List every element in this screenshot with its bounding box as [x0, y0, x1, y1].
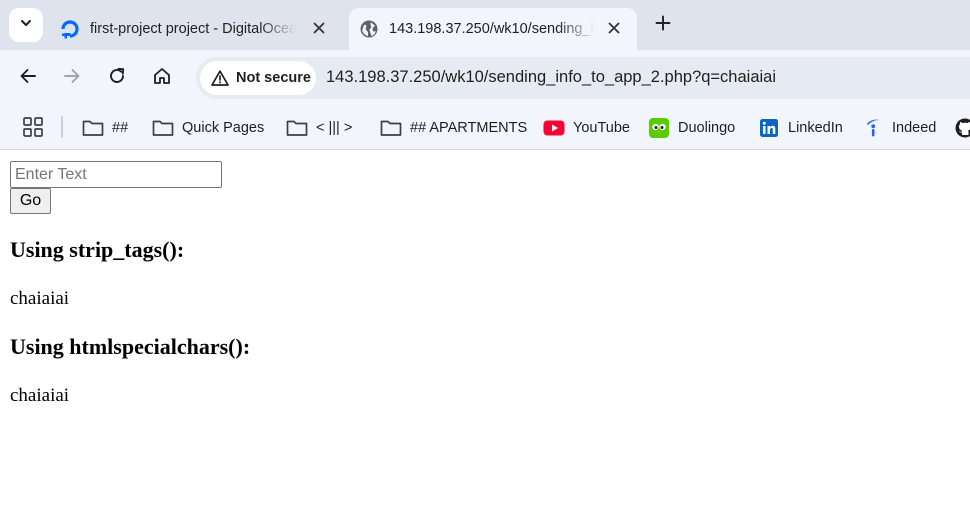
folder-icon: [380, 117, 402, 139]
bookmark-indeed[interactable]: Indeed: [862, 114, 936, 142]
bookmark-label: YouTube: [573, 120, 630, 136]
page-content: Go Using strip_tags(): chaiaiai Using ht…: [0, 151, 970, 532]
tab-title: first-project project - DigitalOcean: [90, 21, 296, 37]
tab-strip: first-project project - DigitalOcean 143…: [0, 0, 970, 50]
address-bar[interactable]: Not secure 143.198.37.250/wk10/sending_i…: [196, 57, 970, 99]
bookmark-label: Duolingo: [678, 120, 736, 136]
bookmark-folder-apartments[interactable]: ## APARTMENTS: [380, 114, 527, 142]
tab-digitalocean[interactable]: first-project project - DigitalOcean: [50, 8, 342, 50]
youtube-icon: [543, 117, 565, 139]
bookmark-youtube[interactable]: YouTube: [543, 114, 630, 142]
close-tab-icon[interactable]: [603, 17, 625, 39]
bookmark-separator: [61, 116, 63, 138]
security-label: Not secure: [236, 70, 311, 86]
tab-active[interactable]: 143.198.37.250/wk10/sending_info_to_app_…: [349, 8, 637, 50]
back-button[interactable]: [14, 64, 42, 92]
browser-toolbar: Not secure 143.198.37.250/wk10/sending_i…: [0, 50, 970, 106]
chevron-down-icon: [19, 16, 33, 35]
htmlspecialchars-heading: Using htmlspecialchars():: [10, 334, 251, 359]
bookmark-label: LinkedIn: [788, 120, 843, 136]
tab-title: 143.198.37.250/wk10/sending_info_to_app_…: [389, 21, 595, 37]
bookmark-label: < ||| >: [316, 120, 353, 136]
bookmark-label: ##: [112, 120, 129, 136]
linkedin-icon: [758, 117, 780, 139]
folder-icon: [152, 117, 174, 139]
htmlspecialchars-result: chaiaiai: [10, 385, 70, 406]
warning-icon: [210, 68, 230, 88]
strip-tags-heading: Using strip_tags():: [10, 237, 185, 262]
url-text[interactable]: 143.198.37.250/wk10/sending_info_to_app_…: [326, 68, 776, 87]
home-button[interactable]: [148, 64, 176, 92]
reload-button[interactable]: [103, 64, 131, 92]
bookmark-linkedin[interactable]: LinkedIn: [758, 114, 843, 142]
close-tab-icon[interactable]: [308, 17, 330, 39]
globe-icon: [358, 18, 380, 40]
folder-icon: [286, 117, 308, 139]
bookmark-label: Quick Pages: [182, 120, 265, 136]
bookmarks-bar: ## Quick Pages < ||| > ## APARTMENTS You…: [0, 106, 970, 150]
bookmark-folder-bars[interactable]: < ||| >: [286, 114, 352, 142]
bookmark-duolingo[interactable]: Duolingo: [648, 114, 735, 142]
apps-grid-icon[interactable]: [22, 116, 44, 138]
indeed-icon: [862, 117, 884, 139]
bookmark-label: Indeed: [892, 120, 937, 136]
new-tab-button[interactable]: [650, 12, 676, 38]
bookmark-github[interactable]: [954, 114, 970, 142]
duolingo-icon: [648, 117, 670, 139]
security-indicator[interactable]: Not secure: [200, 61, 316, 95]
digitalocean-icon: [59, 18, 81, 40]
home-icon: [152, 66, 172, 91]
tab-search-button[interactable]: [9, 8, 43, 42]
plus-icon: [655, 15, 671, 36]
text-input[interactable]: [10, 161, 222, 188]
arrow-right-icon: [63, 67, 81, 90]
go-button[interactable]: Go: [10, 188, 51, 214]
reload-icon: [108, 67, 126, 90]
github-icon: [954, 117, 970, 139]
forward-button[interactable]: [58, 64, 86, 92]
arrow-left-icon: [19, 67, 37, 90]
bookmark-label: ## APARTMENTS: [410, 120, 528, 136]
folder-icon: [82, 117, 104, 139]
strip-tags-result: chaiaiai: [10, 288, 70, 309]
bookmark-folder-quick-pages[interactable]: Quick Pages: [152, 114, 264, 142]
bookmark-folder-hash[interactable]: ##: [82, 114, 128, 142]
